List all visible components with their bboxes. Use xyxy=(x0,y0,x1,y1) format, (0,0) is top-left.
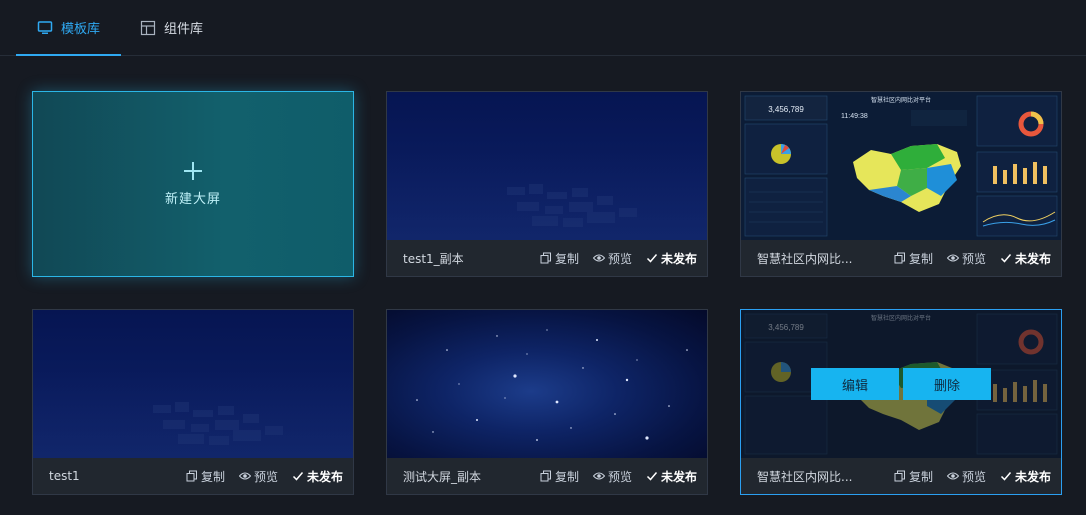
card-footer: 测试大屏_副本 复制 预览 未发布 xyxy=(387,458,707,494)
dash-time: 11:49:38 xyxy=(841,113,868,120)
copy-icon xyxy=(186,470,197,482)
screen-card[interactable]: test1_副本 复制 预览 未发布 xyxy=(386,91,708,277)
screen-card[interactable]: 3,456,789 智慧社区内网比对平台 编辑 删除 智慧社区内网比... xyxy=(740,309,1062,495)
new-screen-label: 新建大屏 xyxy=(164,191,221,207)
card-footer: 智慧社区内网比... 复制 预览 未发布 xyxy=(741,240,1061,276)
eye-icon xyxy=(238,472,251,480)
copy-icon xyxy=(894,252,905,264)
eye-icon xyxy=(946,254,959,262)
eye-icon xyxy=(946,472,959,480)
preview-button[interactable]: 预览 xyxy=(946,468,986,485)
preview-button[interactable]: 预览 xyxy=(592,250,632,267)
preview-button[interactable]: 预览 xyxy=(592,468,632,485)
thumbnail-image xyxy=(33,310,353,458)
copy-button[interactable]: 复制 xyxy=(894,468,933,485)
preview-button[interactable]: 预览 xyxy=(946,250,986,267)
copy-button[interactable]: 复制 xyxy=(540,250,579,267)
card-name: test1_副本 xyxy=(403,251,464,266)
publish-status[interactable]: 未发布 xyxy=(1000,468,1051,485)
layout-icon xyxy=(140,20,156,35)
card-footer: test1 复制 预览 未发布 xyxy=(33,458,353,494)
screen-card[interactable]: 测试大屏_副本 复制 预览 未发布 xyxy=(386,309,708,495)
copy-button[interactable]: 复制 xyxy=(186,468,225,485)
new-screen-card[interactable]: 新建大屏 xyxy=(32,91,354,277)
plus-icon xyxy=(184,161,202,180)
screen-card[interactable]: test1 复制 预览 未发布 xyxy=(32,309,354,495)
tab-template-library[interactable]: 模板库 xyxy=(16,0,121,56)
thumbnail-image xyxy=(387,310,707,458)
edit-button[interactable]: 编辑 xyxy=(811,368,899,400)
card-name: test1 xyxy=(49,469,80,483)
dash-title: 智慧社区内网比对平台 xyxy=(871,96,931,104)
card-name: 智慧社区内网比... xyxy=(757,469,853,484)
check-icon xyxy=(646,472,658,481)
delete-button[interactable]: 删除 xyxy=(903,368,991,400)
copy-icon xyxy=(540,252,551,264)
city-pattern xyxy=(153,402,283,445)
copy-icon xyxy=(540,470,551,482)
card-footer: test1_副本 复制 预览 未发布 xyxy=(387,240,707,276)
monitor-icon xyxy=(37,20,53,34)
eye-icon xyxy=(592,472,605,480)
thumbnail-image: 3,456,789 智慧社区内网比对平台 11:49:38 xyxy=(741,92,1061,240)
card-hover-overlay: 编辑 删除 xyxy=(741,310,1061,458)
check-icon xyxy=(646,254,658,263)
copy-button[interactable]: 复制 xyxy=(540,468,579,485)
dashboard-preview: 3,456,789 智慧社区内网比对平台 11:49:38 xyxy=(741,92,1061,240)
copy-icon xyxy=(894,470,905,482)
thumbnail-image xyxy=(387,92,707,240)
tab-label: 模板库 xyxy=(60,22,100,37)
starfield xyxy=(416,329,688,441)
tab-component-library[interactable]: 组件库 xyxy=(140,0,203,55)
copy-button[interactable]: 复制 xyxy=(894,250,933,267)
publish-status[interactable]: 未发布 xyxy=(292,468,343,485)
eye-icon xyxy=(592,254,605,262)
tab-label: 组件库 xyxy=(164,22,204,37)
publish-status[interactable]: 未发布 xyxy=(646,468,697,485)
check-icon xyxy=(292,472,304,481)
check-icon xyxy=(1000,254,1012,263)
screen-card[interactable]: 3,456,789 智慧社区内网比对平台 11:49:38 智慧社区内网比...… xyxy=(740,91,1062,277)
dash-counter: 3,456,789 xyxy=(768,105,804,114)
card-footer: 智慧社区内网比... 复制 预览 未发布 xyxy=(741,458,1061,494)
tab-bar: 模板库 组件库 xyxy=(0,0,1086,56)
publish-status[interactable]: 未发布 xyxy=(1000,250,1051,267)
city-pattern xyxy=(507,184,637,227)
card-name: 智慧社区内网比... xyxy=(757,251,853,266)
card-name: 测试大屏_副本 xyxy=(403,469,482,484)
publish-status[interactable]: 未发布 xyxy=(646,250,697,267)
preview-button[interactable]: 预览 xyxy=(238,468,278,485)
check-icon xyxy=(1000,472,1012,481)
